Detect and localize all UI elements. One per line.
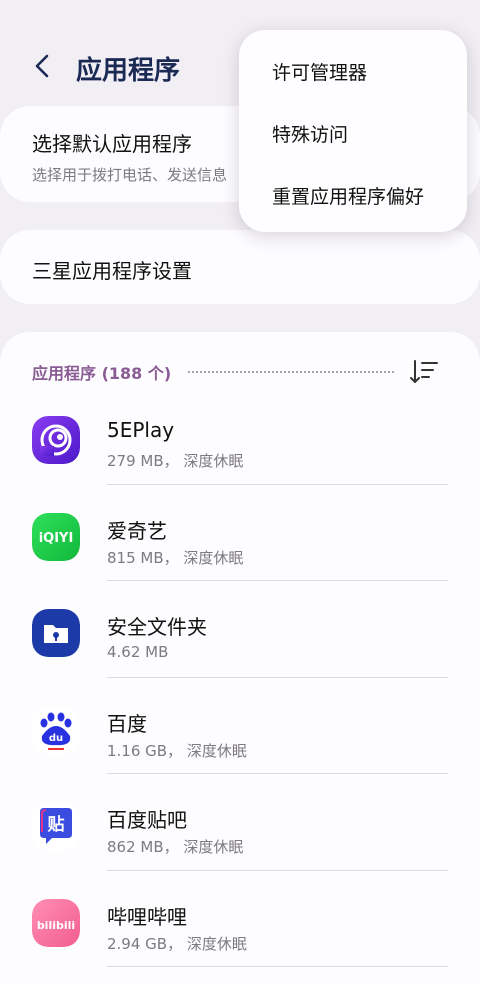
sort-icon (410, 360, 438, 383)
overflow-menu: 许可管理器 特殊访问 重置应用程序偏好 (239, 30, 467, 232)
samsung-app-settings-card[interactable]: 三星应用程序设置 (0, 230, 480, 304)
app-meta: 2.94 GB， 深度休眠 (107, 934, 247, 953)
app-settings-screen: 应用程序 选择默认应用程序 选择用于拨打电话、发送信息 三星应用程序设置 应用程… (0, 0, 480, 984)
list-item[interactable]: 贴 百度贴吧 862 MB， 深度休眠 (0, 774, 480, 871)
bilibili-icon: bilibili (32, 898, 80, 947)
apps-list-card: 应用程序 (188 个) 5EPlay 279 MB， 深度休眠 iQIYI 爱… (0, 332, 480, 984)
app-name: 5EPlay (107, 418, 175, 442)
menu-item-reset-app-preferences[interactable]: 重置应用程序偏好 (272, 182, 424, 209)
app-meta: 862 MB， 深度休眠 (107, 838, 244, 856)
list-item[interactable]: iQIYI 爱奇艺 815 MB， 深度休眠 (0, 485, 480, 581)
svg-text:iQIYI: iQIYI (39, 531, 74, 546)
app-meta: 1.16 GB， 深度休眠 (107, 741, 247, 760)
apps-count-label: 应用程序 (188 个) (32, 364, 172, 383)
app-name: 爱奇艺 (107, 518, 167, 543)
app-list: 5EPlay 279 MB， 深度休眠 iQIYI 爱奇艺 815 MB， 深度… (0, 388, 480, 967)
svg-text:贴: 贴 (48, 814, 65, 835)
svg-text:bilibili: bilibili (37, 919, 75, 932)
menu-item-permission-manager[interactable]: 许可管理器 (272, 58, 367, 85)
default-apps-subtitle: 选择用于拨打电话、发送信息 (32, 166, 228, 184)
list-item[interactable]: bilibili 哔哩哔哩 2.94 GB， 深度休眠 (0, 871, 480, 967)
app-meta: 815 MB， 深度休眠 (107, 548, 244, 567)
samsung-app-settings-title: 三星应用程序设置 (32, 259, 192, 283)
list-item[interactable]: du 百度 1.16 GB， 深度休眠 (0, 678, 480, 774)
page-title: 应用程序 (76, 56, 181, 86)
svg-text:du: du (49, 733, 63, 744)
app-meta: 4.62 MB (107, 643, 169, 661)
back-arrow-icon (35, 54, 49, 78)
list-item[interactable]: 5EPlay 279 MB， 深度休眠 (0, 388, 480, 485)
divider (107, 966, 448, 967)
app-name: 百度贴吧 (107, 808, 187, 832)
app-name: 哔哩哔哩 (107, 904, 187, 929)
menu-item-special-access[interactable]: 特殊访问 (272, 120, 348, 147)
secure-folder-icon (32, 609, 80, 657)
app-name: 百度 (107, 711, 147, 736)
sort-button[interactable] (408, 358, 440, 386)
baidu-icon: du (32, 705, 80, 754)
5eplay-icon (32, 416, 80, 464)
app-name: 安全文件夹 (107, 615, 207, 639)
baidu-tieba-icon: 贴 (32, 802, 80, 850)
app-meta: 279 MB， 深度休眠 (107, 452, 244, 470)
dotted-divider (188, 371, 394, 373)
iqiyi-icon: iQIYI (32, 512, 80, 561)
default-apps-title: 选择默认应用程序 (32, 132, 192, 156)
back-button[interactable] (26, 48, 62, 84)
list-item[interactable]: 安全文件夹 4.62 MB (0, 581, 480, 678)
apps-list-header: 应用程序 (188 个) (32, 360, 446, 384)
